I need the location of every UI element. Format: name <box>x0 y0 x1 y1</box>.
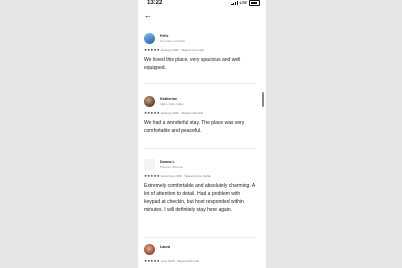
review-text: We loved this place, very spacious and w… <box>144 57 241 71</box>
reviewer-name[interactable]: Donna L <box>160 160 175 164</box>
back-arrow-icon[interactable]: ← <box>144 11 152 20</box>
review-date: January 2025 <box>160 48 179 52</box>
divider <box>144 148 256 149</box>
review-meta: ★★★★★ January 2025 · Stayed one night <box>144 48 205 52</box>
reviewer-subtitle: Phoenix, Arizona <box>160 165 183 169</box>
review-date: December 2025 <box>160 174 182 178</box>
phone-screen: 13:22 LTE ← Felix 12 years on Airbnb ★★★… <box>138 0 266 268</box>
avatar <box>144 159 155 170</box>
review-meta: ★★★★★ January 2025 · Stayed with kids <box>144 111 204 115</box>
stay-type: Stayed a few nights <box>184 174 211 178</box>
reviewer-subtitle: Idaho Falls, Idaho <box>160 102 184 106</box>
star-rating: ★★★★★ <box>144 48 160 52</box>
status-bar: 13:22 LTE <box>138 0 266 8</box>
stay-type: Stayed with kids <box>177 259 200 263</box>
status-indicators: LTE <box>231 0 260 6</box>
star-rating: ★★★★★ <box>144 259 160 263</box>
review-text: Extremely comfortable and absolutely cha… <box>144 183 255 213</box>
scrollbar[interactable] <box>262 92 264 107</box>
review-meta: ★★★★★ June 2025 · Stayed with kids <box>144 259 200 263</box>
review-date: June 2025 <box>160 259 175 263</box>
avatar <box>144 96 155 107</box>
network-label: LTE <box>239 0 247 6</box>
review-card: Katherine Idaho Falls, Idaho ★★★★★ Janua… <box>144 96 256 135</box>
signal-icon <box>231 1 239 5</box>
review-card: Donna L Phoenix, Arizona ★★★★★ December … <box>144 159 256 214</box>
battery-icon <box>249 0 260 6</box>
review-card: Felix 12 years on Airbnb ★★★★★ January 2… <box>144 33 256 72</box>
reviewer-subtitle: 12 years on Airbnb <box>160 39 186 43</box>
avatar <box>144 33 155 44</box>
star-rating: ★★★★★ <box>144 174 160 178</box>
review-meta: ★★★★★ December 2025 · Stayed a few night… <box>144 174 211 178</box>
stay-type: Stayed one night <box>181 48 205 52</box>
review-date: January 2025 <box>160 111 179 115</box>
star-rating: ★★★★★ <box>144 111 160 115</box>
reviewer-name[interactable]: Laura <box>160 245 170 249</box>
reviewer-name[interactable]: Katherine <box>160 97 177 101</box>
review-text: We had a wonderful stay. The place was v… <box>144 120 245 134</box>
stay-type: Stayed with kids <box>181 111 204 115</box>
divider <box>144 83 256 84</box>
avatar <box>144 244 155 255</box>
review-card: Laura ★★★★★ June 2025 · Stayed with kids <box>144 244 256 264</box>
status-time: 13:22 <box>147 0 163 6</box>
divider <box>144 237 256 238</box>
reviewer-name[interactable]: Felix <box>160 34 168 38</box>
